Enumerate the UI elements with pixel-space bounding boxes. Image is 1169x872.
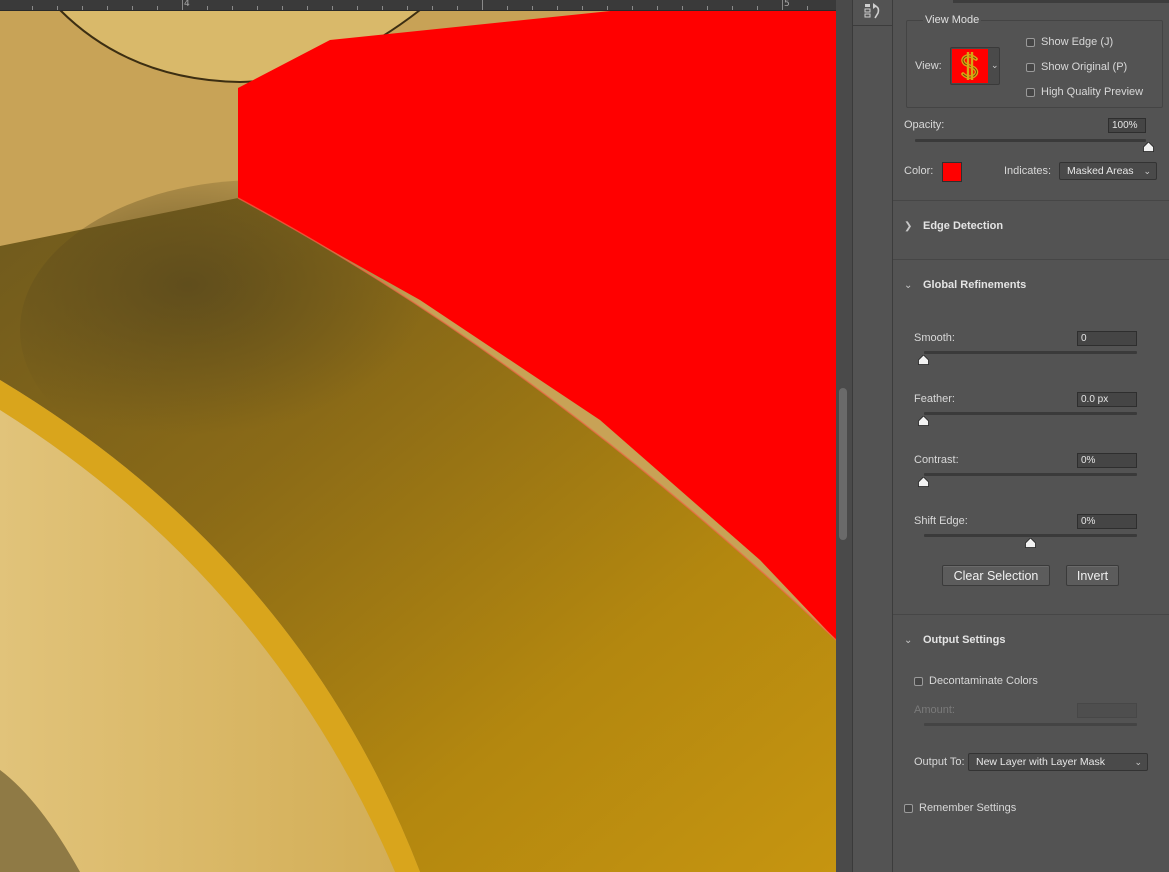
output-to-value: New Layer with Layer Mask [976, 756, 1105, 768]
edge-detection-header[interactable]: ❯ Edge Detection [904, 220, 1003, 232]
remember-settings-label: Remember Settings [919, 802, 1017, 814]
view-label: View: [915, 60, 942, 72]
chevron-down-icon: ⌄ [1134, 757, 1142, 767]
indicates-label: Indicates: [1004, 165, 1052, 177]
feather-slider-thumb[interactable] [918, 416, 929, 426]
tool-strip [853, 0, 893, 872]
show-original-label: Show Original (P) [1041, 61, 1128, 73]
mask-color-swatch[interactable] [942, 162, 962, 182]
shift-edge-slider-thumb[interactable] [1025, 538, 1036, 548]
chevron-down-icon: ⌄ [991, 60, 999, 70]
opacity-input[interactable]: 100% [1108, 118, 1146, 133]
amount-label: Amount: [914, 704, 955, 716]
shift-edge-label: Shift Edge: [914, 515, 968, 527]
output-to-label: Output To: [914, 756, 965, 768]
scrollbar-thumb[interactable] [839, 388, 847, 540]
high-quality-preview-label: High Quality Preview [1041, 86, 1144, 98]
chevron-down-icon: ⌄ [904, 279, 913, 291]
chevron-down-icon: ⌄ [904, 634, 913, 646]
opacity-slider-thumb[interactable] [1143, 142, 1154, 152]
smooth-input[interactable]: 0 [1077, 331, 1137, 346]
horizontal-ruler: 4 5 [0, 0, 836, 11]
clear-selection-button[interactable]: Clear Selection [942, 565, 1050, 586]
feather-input[interactable]: 0.0 px [1077, 392, 1137, 407]
invert-button[interactable]: Invert [1066, 565, 1119, 586]
smooth-label: Smooth: [914, 332, 955, 344]
contrast-label: Contrast: [914, 454, 959, 466]
indicates-select[interactable]: Masked Areas ⌄ [1059, 162, 1157, 180]
show-edge-label: Show Edge (J) [1041, 36, 1114, 48]
output-settings-header[interactable]: ⌄ Output Settings [904, 634, 1006, 646]
chevron-right-icon: ❯ [904, 220, 913, 232]
view-mode-legend: View Mode [923, 14, 982, 26]
amount-slider-track [924, 723, 1137, 726]
contrast-slider-track[interactable] [924, 473, 1137, 476]
high-quality-preview-checkbox[interactable] [1026, 88, 1035, 97]
opacity-label: Opacity: [904, 119, 945, 131]
dollar-sign-icon [952, 49, 988, 83]
view-mode-picker[interactable]: ⌄ [950, 47, 1000, 85]
amount-input [1077, 703, 1137, 718]
feather-slider-track[interactable] [924, 412, 1137, 415]
ruler-mark-5: 5 [784, 0, 790, 9]
output-settings-title: Output Settings [923, 634, 1006, 646]
decontaminate-colors-label: Decontaminate Colors [929, 675, 1038, 687]
shift-edge-input[interactable]: 0% [1077, 514, 1137, 529]
show-edge-checkbox[interactable] [1026, 38, 1035, 47]
edge-detection-title: Edge Detection [923, 220, 1004, 232]
global-refinements-header[interactable]: ⌄ Global Refinements [904, 279, 1026, 291]
smooth-slider-thumb[interactable] [918, 355, 929, 365]
canvas-area[interactable]: 4 5 [0, 0, 836, 872]
smooth-slider-track[interactable] [924, 351, 1137, 354]
feather-label: Feather: [914, 393, 955, 405]
color-label: Color: [904, 165, 934, 177]
canvas-vertical-scrollbar[interactable] [836, 0, 853, 872]
opacity-slider-track[interactable] [915, 139, 1146, 142]
panel-tab-strip [953, 0, 1169, 3]
decontaminate-colors-checkbox[interactable] [914, 677, 923, 686]
contrast-slider-thumb[interactable] [918, 477, 929, 487]
output-to-select[interactable]: New Layer with Layer Mask ⌄ [968, 753, 1148, 771]
chevron-down-icon: ⌄ [1143, 166, 1151, 176]
show-original-checkbox[interactable] [1026, 63, 1035, 72]
indicates-value: Masked Areas [1067, 165, 1134, 177]
undo-brush-icon[interactable] [862, 0, 884, 22]
shift-edge-slider-track[interactable] [924, 534, 1137, 537]
ruler-mark-4: 4 [184, 0, 190, 9]
remember-settings-checkbox[interactable] [904, 804, 913, 813]
image-canvas[interactable] [0, 0, 836, 872]
contrast-input[interactable]: 0% [1077, 453, 1137, 468]
refine-edge-panel: View Mode View: ⌄ Show Edge (J) Show Ori… [893, 0, 1169, 872]
global-refinements-title: Global Refinements [923, 279, 1027, 291]
